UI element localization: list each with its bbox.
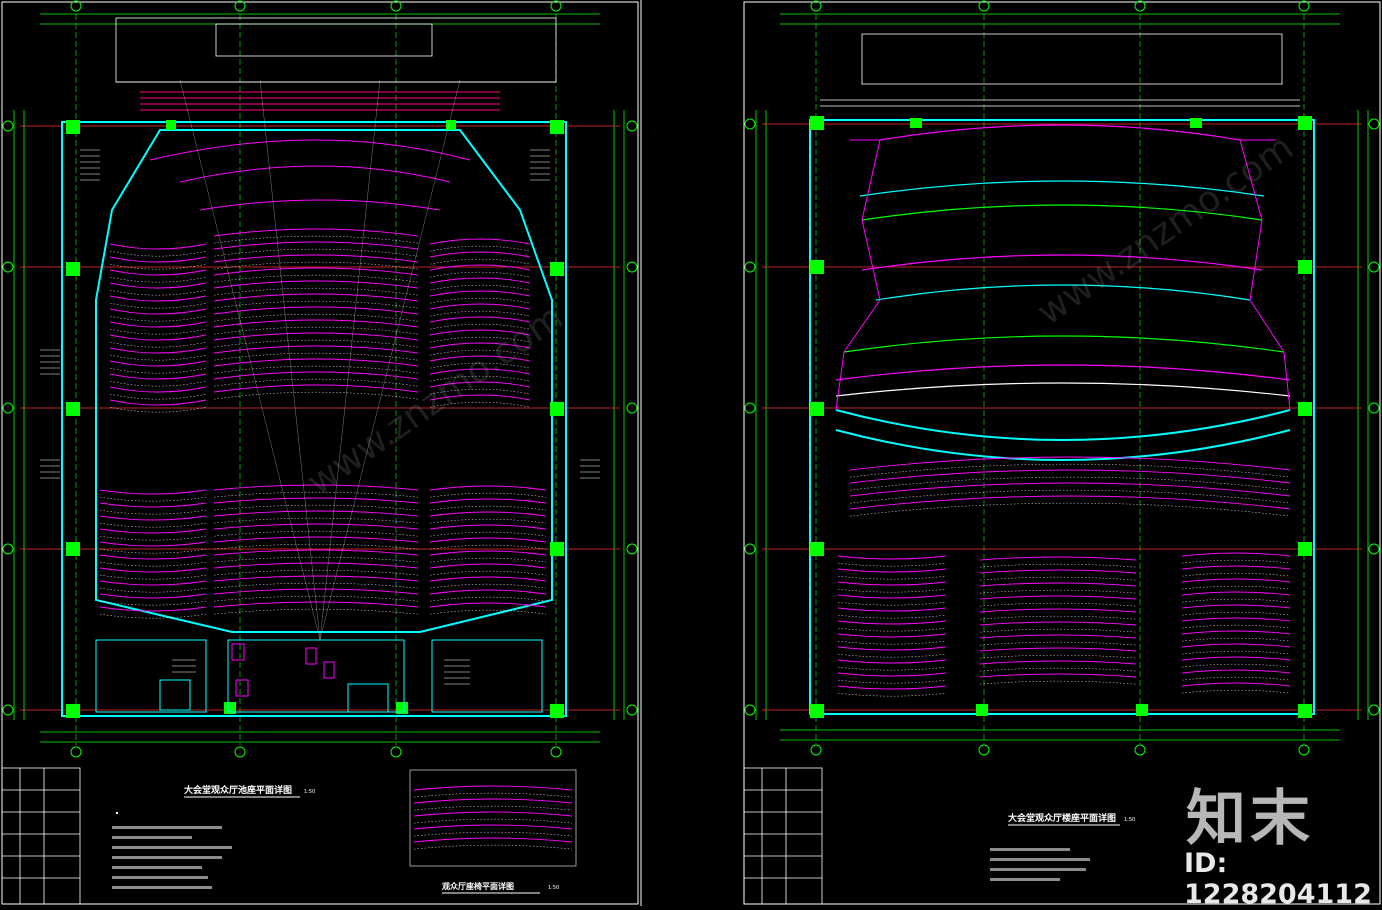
image-id-label: ID: 1228204112 bbox=[1184, 848, 1372, 910]
znzmo-logo: 知末 bbox=[1186, 784, 1314, 854]
balcony-plan-scale: 1:50 bbox=[1124, 817, 1135, 823]
balcony-plan-title: 大会堂观众厅楼座平面详图 bbox=[1008, 812, 1116, 824]
stalls-plan-scale: 1:50 bbox=[304, 789, 315, 795]
seat-detail-scale: 1:50 bbox=[548, 885, 559, 891]
stalls-plan-title: 大会堂观众厅池座平面详图 bbox=[184, 784, 292, 796]
seat-detail-title: 观众厅座椅平面详图 bbox=[442, 881, 514, 891]
cad-drawing-canvas: 大会堂观众厅池座平面详图 1:50 观众厅座椅平面详图 1:50 大会堂观众厅楼… bbox=[0, 0, 1382, 906]
